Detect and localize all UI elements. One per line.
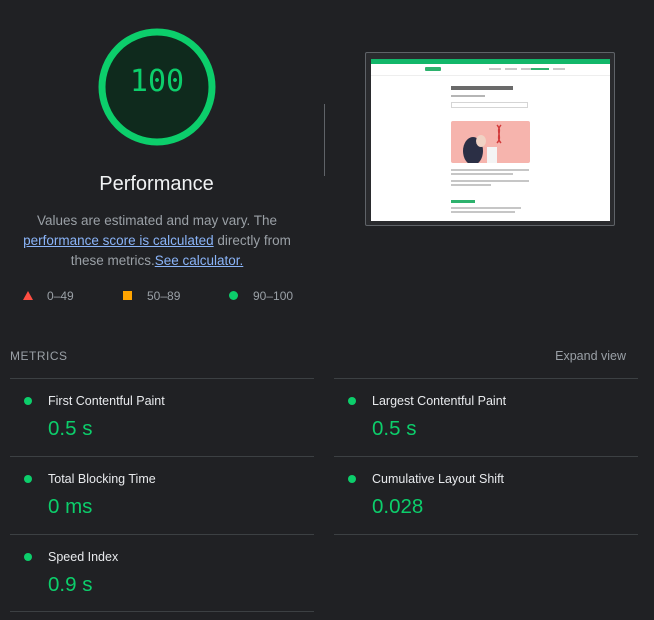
pass-circle-icon <box>348 475 356 483</box>
fail-triangle-icon <box>23 291 33 300</box>
screenshot-page <box>371 59 610 221</box>
screenshot-nav-item <box>489 68 501 70</box>
expand-view-toggle[interactable]: Expand view <box>555 349 626 363</box>
screenshot-text-line <box>451 211 515 213</box>
pass-circle-icon <box>24 475 32 483</box>
performance-score-link[interactable]: performance score is calculated <box>23 233 214 248</box>
metric-label-si: Speed Index <box>48 550 119 564</box>
screenshot-nav-item <box>531 68 549 70</box>
pass-circle-icon <box>24 553 32 561</box>
metric-label-cls: Cumulative Layout Shift <box>372 472 505 486</box>
pass-circle-icon <box>348 397 356 405</box>
metric-label-tbt: Total Blocking Time <box>48 472 156 486</box>
legend-pass-range: 90–100 <box>253 289 294 303</box>
screenshot-nav-item <box>505 68 517 70</box>
metric-label-lcp: Largest Contentful Paint <box>372 394 507 408</box>
screenshot-text-line <box>451 169 529 171</box>
metric-divider <box>334 534 638 535</box>
metric-divider <box>10 378 314 379</box>
screenshot-hero-image <box>451 121 530 163</box>
metric-value-cls: 0.028 <box>372 495 424 518</box>
vertical-divider <box>324 104 325 176</box>
average-square-icon <box>123 291 132 300</box>
metrics-heading: METRICS <box>10 349 68 363</box>
screenshot-section-tag <box>451 200 475 203</box>
score-value: 100 <box>129 64 185 99</box>
screenshot-logo <box>425 67 441 71</box>
metric-value-lcp: 0.5 s <box>372 417 417 440</box>
metric-divider <box>10 534 314 535</box>
final-screenshot[interactable] <box>365 52 615 226</box>
metric-value-si: 0.9 s <box>48 573 93 596</box>
metric-label-fcp: First Contentful Paint <box>48 394 165 408</box>
see-calculator-link[interactable]: See calculator. <box>155 253 244 268</box>
screenshot-text-line <box>451 184 491 186</box>
screenshot-meta <box>451 95 485 97</box>
screenshot-title <box>451 86 513 90</box>
metric-divider <box>334 456 638 457</box>
legend-fail-range: 0–49 <box>47 289 74 303</box>
screenshot-text-line <box>451 207 521 209</box>
screenshot-text-line <box>451 173 513 175</box>
category-title: Performance <box>99 173 214 195</box>
pass-circle-icon <box>229 291 238 300</box>
screenshot-select <box>451 102 528 108</box>
screenshot-nav-item <box>553 68 565 70</box>
screenshot-text-line <box>451 180 529 182</box>
legend-average-range: 50–89 <box>147 289 181 303</box>
pass-circle-icon <box>24 397 32 405</box>
metric-value-tbt: 0 ms <box>48 495 93 518</box>
score-description: Values are estimated and may vary. The p… <box>6 211 308 271</box>
metric-value-fcp: 0.5 s <box>48 417 93 440</box>
screenshot-nav <box>371 64 610 76</box>
description-text: Values are estimated and may vary. The <box>36 213 278 228</box>
metric-divider <box>10 611 314 612</box>
metric-divider <box>10 456 314 457</box>
metric-divider <box>334 378 638 379</box>
